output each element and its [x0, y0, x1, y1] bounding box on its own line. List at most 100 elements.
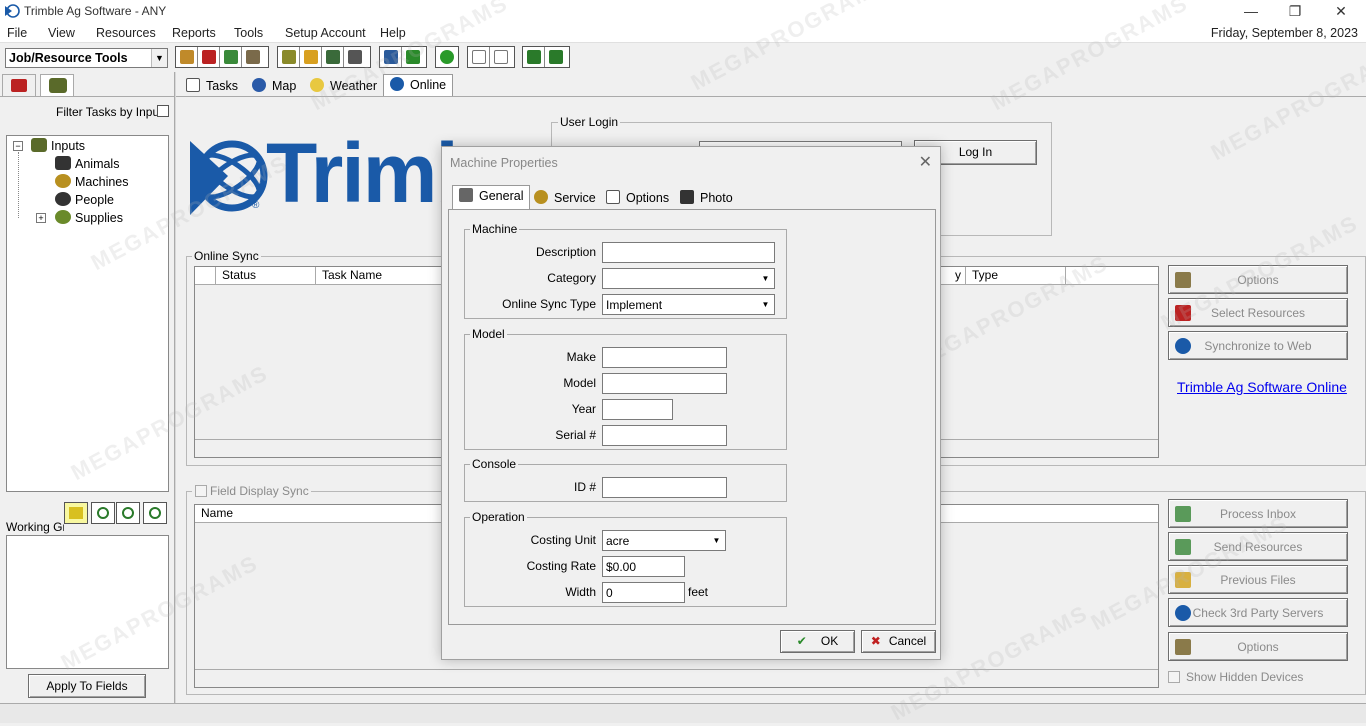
task-new-icon	[281, 50, 296, 64]
col-select[interactable]	[195, 267, 216, 285]
toolbar-edit-button[interactable]	[402, 47, 424, 67]
toolbar-document-button[interactable]	[468, 47, 490, 67]
tab-online[interactable]: Online	[383, 74, 454, 97]
left-tab-inputs[interactable]	[40, 74, 74, 96]
check-third-party-servers-button[interactable]: Check 3rd Party Servers	[1168, 598, 1348, 627]
dialog-close-button[interactable]: ✕	[919, 152, 932, 172]
make-input[interactable]	[602, 347, 727, 368]
menu-resources[interactable]: Resources	[96, 26, 156, 40]
toolbar-fields-button[interactable]	[220, 47, 242, 67]
process-inbox-label: Process Inbox	[1219, 507, 1297, 521]
previous-files-button[interactable]: Previous Files	[1168, 565, 1348, 594]
dialog-tab-photo-label: Photo	[700, 191, 733, 205]
chevron-down-icon: ▼	[151, 49, 167, 67]
working-group-list[interactable]	[6, 535, 169, 669]
col-task-name[interactable]: Task Name	[316, 267, 446, 285]
toolbar-print-button[interactable]	[490, 47, 512, 67]
tree-item-inputs[interactable]: Inputs	[31, 138, 85, 153]
tools-mode-select[interactable]: Job/Resource Tools ▼	[5, 48, 168, 68]
tree-item-people[interactable]: People	[55, 192, 114, 207]
inputs-icon	[31, 138, 47, 152]
tree-item-supplies[interactable]: Supplies	[55, 210, 123, 225]
show-hidden-devices-checkbox[interactable]	[1168, 671, 1180, 683]
process-inbox-button[interactable]: Process Inbox	[1168, 499, 1348, 528]
toolbar-group-tasks	[277, 46, 371, 68]
show-hidden-devices-label: Show Hidden Devices	[1186, 670, 1304, 684]
costing-rate-input[interactable]: $0.00	[602, 556, 685, 577]
dialog-tab-service[interactable]: Service	[528, 188, 602, 209]
costing-unit-select[interactable]: acre ▼	[602, 530, 726, 551]
model-input[interactable]	[602, 373, 727, 394]
col-status[interactable]: Status	[216, 267, 316, 285]
toolbar-task1-button[interactable]	[278, 47, 300, 67]
toolbar-resources-button[interactable]	[198, 47, 220, 67]
toolbar-task2-button[interactable]	[300, 47, 322, 67]
menu-reports[interactable]: Reports	[172, 26, 216, 40]
arrow-up-icon	[122, 507, 134, 519]
tab-weather[interactable]: Weather	[304, 76, 383, 97]
monitor-icon	[549, 50, 563, 64]
year-input[interactable]	[602, 399, 673, 420]
ok-button[interactable]: ✔ OK	[780, 630, 855, 653]
select-resources-button[interactable]: Select Resources	[1168, 298, 1348, 327]
field-display-hscroll[interactable]	[195, 669, 1158, 687]
toolbar-refresh-button[interactable]	[436, 47, 458, 67]
category-select[interactable]: ▼	[602, 268, 775, 289]
online-sync-type-select[interactable]: Implement ▼	[602, 294, 775, 315]
task-field-icon	[325, 50, 340, 64]
tree-item-animals[interactable]: Animals	[55, 156, 119, 171]
toolbar-back-button[interactable]	[523, 47, 545, 67]
minimize-button[interactable]: —	[1228, 0, 1274, 23]
synchronize-to-web-button[interactable]: Synchronize to Web	[1168, 331, 1348, 360]
menu-file[interactable]: File	[7, 26, 27, 40]
tree-expand-toggle[interactable]: +	[36, 213, 46, 223]
field-display-checkbox[interactable]	[195, 485, 207, 497]
move-up-button[interactable]	[116, 502, 140, 524]
people-icon	[179, 50, 194, 64]
dialog-tab-photo[interactable]: Photo	[674, 188, 739, 209]
splitter[interactable]	[174, 72, 176, 704]
toolbar-storage-button[interactable]	[242, 47, 264, 67]
description-input[interactable]	[602, 242, 775, 263]
filter-tasks-checkbox[interactable]	[157, 105, 169, 117]
cancel-button[interactable]: ✖ Cancel	[861, 630, 936, 653]
left-tab-resources[interactable]	[2, 74, 36, 96]
col-name[interactable]: Name	[195, 505, 445, 523]
menu-setup-account[interactable]: Setup Account	[285, 26, 366, 40]
menu-view[interactable]: View	[48, 26, 75, 40]
close-button[interactable]: ✕	[1318, 0, 1364, 23]
gears-icon	[534, 190, 548, 204]
dialog-tab-general[interactable]: General	[452, 185, 531, 210]
tab-tasks[interactable]: Tasks	[180, 76, 244, 97]
tab-map[interactable]: Map	[246, 76, 302, 97]
menu-tools[interactable]: Tools	[234, 26, 263, 40]
options-button-bottom[interactable]: Options	[1168, 632, 1348, 661]
menu-bar: File View Resources Reports Tools Setup …	[0, 23, 1366, 43]
globe-icon	[252, 78, 266, 92]
move-down-button[interactable]	[143, 502, 167, 524]
tab-weather-label: Weather	[330, 79, 378, 93]
width-input[interactable]: 0	[602, 582, 685, 603]
tree-item-machines[interactable]: Machines	[55, 174, 129, 189]
dialog-tab-options[interactable]: Options	[600, 188, 675, 209]
send-resources-button[interactable]: Send Resources	[1168, 532, 1348, 561]
toolbar-task4-button[interactable]	[344, 47, 366, 67]
col-type[interactable]: Type	[966, 267, 1066, 285]
menu-help[interactable]: Help	[380, 26, 406, 40]
add-working-group-button[interactable]	[64, 502, 88, 524]
toolbar-find-button[interactable]	[380, 47, 402, 67]
console-id-input[interactable]	[602, 477, 727, 498]
trimble-online-link[interactable]: Trimble Ag Software Online	[1177, 379, 1347, 395]
refresh-working-group-button[interactable]	[91, 502, 115, 524]
inputs-tree: − Inputs Animals Machines People + Suppl…	[6, 135, 169, 492]
apply-to-fields-button[interactable]: Apply To Fields	[28, 674, 146, 698]
options-button-top[interactable]: Options	[1168, 265, 1348, 294]
current-date: Friday, September 8, 2023	[1210, 26, 1358, 40]
toolbar-task3-button[interactable]	[322, 47, 344, 67]
maximize-button[interactable]: ❐	[1272, 0, 1318, 23]
serial-input[interactable]	[602, 425, 727, 446]
task-people-icon	[348, 50, 362, 64]
toolbar-people-button[interactable]	[176, 47, 198, 67]
toolbar-monitor-button[interactable]	[545, 47, 567, 67]
tree-collapse-toggle[interactable]: −	[13, 141, 23, 151]
